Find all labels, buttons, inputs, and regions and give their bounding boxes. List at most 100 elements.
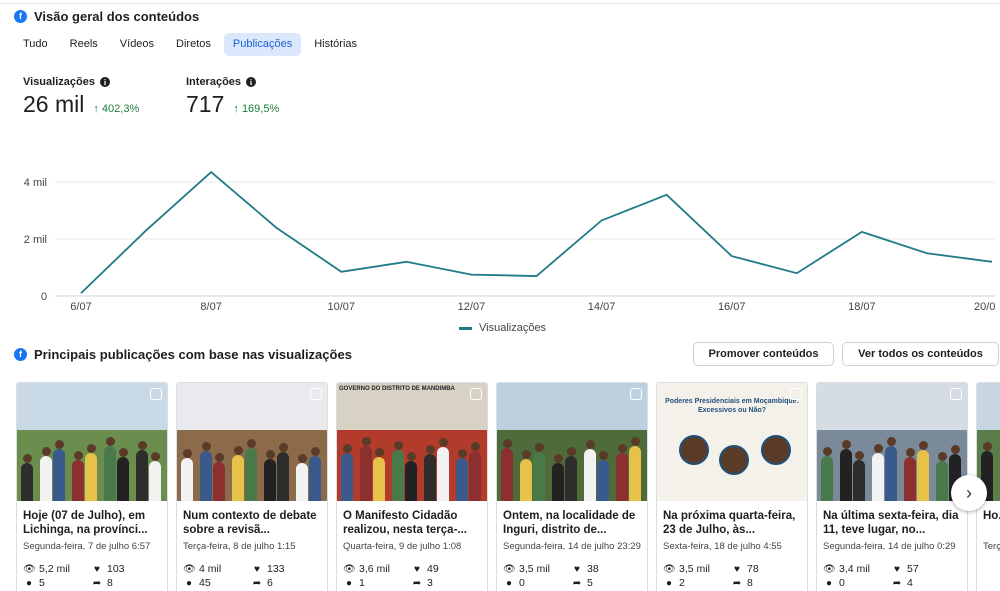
person-figure: [469, 451, 481, 501]
views-metric: Visualizações i 26 mil ↑ 402,3%: [23, 76, 139, 118]
stat-value: 3,4 mil: [839, 563, 870, 575]
data-point[interactable]: [794, 271, 799, 276]
data-point[interactable]: [144, 228, 149, 233]
data-point[interactable]: [534, 274, 539, 279]
tab-tudo[interactable]: Tudo: [14, 33, 57, 56]
stat-reactions: ♥ 49: [411, 563, 471, 575]
post-card[interactable]: Poderes Presidenciais em Moçambique: Exc…: [656, 382, 808, 591]
data-point[interactable]: [924, 251, 929, 256]
heart-icon: ♥: [94, 563, 100, 575]
eye-icon: 👁: [183, 563, 196, 575]
person-head: [886, 437, 896, 446]
stat-value: 0: [519, 577, 525, 589]
person-head: [854, 451, 864, 460]
stat-reactions: ♥ 78: [731, 563, 791, 575]
person-figure: [616, 453, 628, 501]
tab-videos[interactable]: Vídeos: [111, 33, 163, 56]
tab-diretos[interactable]: Diretos: [167, 33, 220, 56]
stat-views: 👁 5,2 mil: [23, 563, 91, 575]
data-point[interactable]: [664, 192, 669, 197]
post-card[interactable]: Ontem, na localidade de Inguri, distrito…: [496, 382, 648, 591]
post-date: Segunda-feira, 14 de julho 0:29: [823, 541, 956, 552]
person-head: [438, 438, 448, 447]
data-point[interactable]: [469, 272, 474, 277]
tab-reels[interactable]: Reels: [61, 33, 107, 56]
top-posts-carousel: Hoje (07 de Julho), em Lichinga, na prov…: [16, 382, 1000, 591]
person-figure: [885, 446, 897, 501]
post-card[interactable]: Hoje (07 de Julho), em Lichinga, na prov…: [16, 382, 168, 591]
person-figure: [501, 448, 513, 501]
stat-value: 3: [427, 577, 433, 589]
info-icon[interactable]: i: [99, 77, 110, 87]
data-point[interactable]: [990, 259, 995, 264]
person-head: [22, 454, 32, 463]
multi-photo-icon: [310, 388, 322, 400]
data-point[interactable]: [599, 218, 604, 223]
interactions-metric: Interações i 717 ↑ 169,5%: [186, 76, 279, 118]
person-figure: [373, 457, 385, 501]
person-figure: [181, 458, 193, 501]
person-head: [617, 444, 627, 453]
data-point[interactable]: [729, 254, 734, 259]
data-point[interactable]: [859, 229, 864, 234]
promote-content-button[interactable]: Promover conteúdos: [693, 342, 834, 366]
stat-value: 133: [267, 563, 285, 575]
person-figure: [917, 450, 929, 501]
share-icon: ➦: [412, 577, 422, 589]
legend-label: Visualizações: [479, 322, 547, 334]
content-type-tabs: Tudo Reels Vídeos Diretos Publicações Históri…: [14, 33, 366, 56]
person-head: [918, 441, 928, 450]
post-stats: 👁 5,2 mil ♥ 103 ● 5 ➦ 8: [17, 563, 167, 589]
info-icon[interactable]: i: [246, 77, 257, 87]
comment-icon: ●: [825, 577, 833, 589]
stat-value: 3,6 mil: [359, 563, 390, 575]
arrow-up-icon: ↑: [93, 103, 99, 115]
carousel-next-button[interactable]: ›: [951, 475, 987, 511]
multi-photo-icon: [950, 388, 962, 400]
eye-icon: 👁: [343, 563, 356, 575]
person-head: [246, 439, 256, 448]
x-tick-label: 14/07: [588, 301, 616, 313]
person-head: [822, 447, 832, 456]
post-thumbnail: [817, 383, 967, 501]
stat-comments: ● 0: [503, 577, 571, 589]
post-thumbnail: [177, 383, 327, 501]
stat-reactions: ♥ 38: [571, 563, 631, 575]
legend-swatch: [459, 326, 472, 330]
person-figure: [309, 456, 321, 501]
data-point[interactable]: [79, 291, 84, 296]
data-point[interactable]: [404, 259, 409, 264]
person-head: [137, 441, 147, 450]
post-card[interactable]: Num contexto de debate sobre a revisã...…: [176, 382, 328, 591]
interactions-value: 717: [186, 91, 225, 117]
person-head: [342, 444, 352, 453]
person-figure: [200, 451, 212, 501]
post-title: Na próxima quarta-feira, 23 de Julho, às…: [663, 510, 796, 536]
post-card[interactable]: GOVERNO DO DISTRITO DE MANDIMBA O Manifes…: [336, 382, 488, 591]
arrow-up-icon: ↑: [233, 103, 239, 115]
building-sign: GOVERNO DO DISTRITO DE MANDIMBA: [339, 386, 455, 392]
person-figure: [565, 456, 577, 501]
post-date: Segunda-feira, 7 de julho 6:57: [23, 541, 151, 552]
tab-publicacoes[interactable]: Publicações: [223, 33, 302, 56]
stat-value: 3,5 mil: [679, 563, 710, 575]
person-figure: [392, 450, 404, 501]
data-point[interactable]: [339, 269, 344, 274]
top-posts-title: Principais publicações com base nas visu…: [34, 347, 352, 362]
heart-icon: ♥: [254, 563, 260, 575]
stat-comments: ● 0: [823, 577, 891, 589]
eye-icon: 👁: [663, 563, 676, 575]
see-all-content-button[interactable]: Ver todos os conteúdos: [842, 342, 999, 366]
tab-historias[interactable]: Histórias: [305, 33, 366, 56]
interactions-label: Interações: [186, 76, 242, 88]
post-stats: 👁 4 mil ♥ 133 ● 45 ➦ 6: [177, 563, 327, 589]
stat-reactions: ♥ 57: [891, 563, 951, 575]
data-point[interactable]: [209, 170, 214, 175]
stat-value: 78: [747, 563, 759, 575]
x-tick-label: 12/07: [458, 301, 486, 313]
data-point[interactable]: [274, 225, 279, 230]
post-card[interactable]: Na última sexta-feira, dia 11, teve luga…: [816, 382, 968, 591]
person-figure: [437, 447, 449, 501]
stat-value: 45: [199, 577, 211, 589]
person-figure: [213, 462, 225, 501]
